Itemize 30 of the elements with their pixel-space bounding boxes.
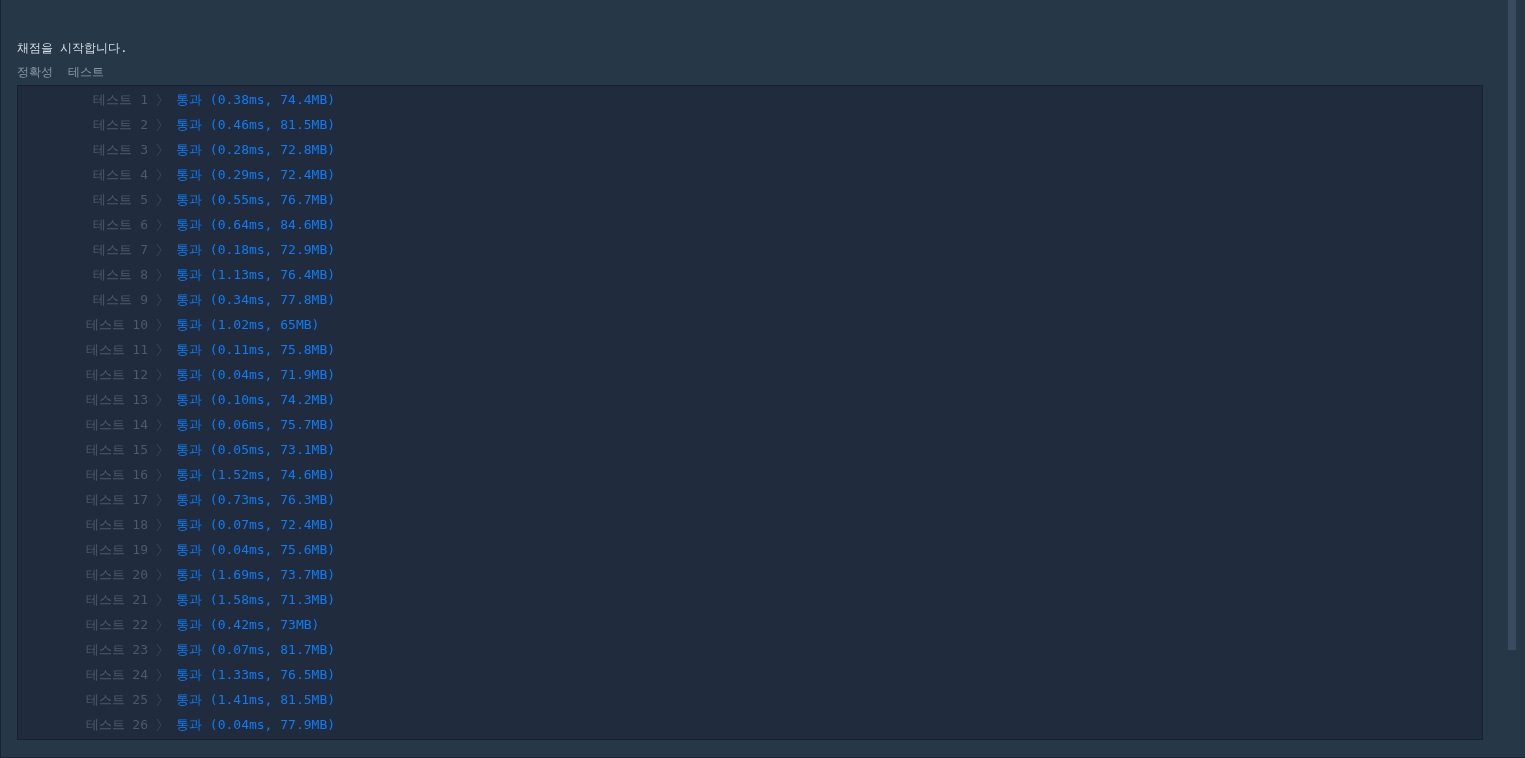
test-result: 통과 (1.52ms, 74.6MB) (176, 465, 336, 484)
test-result: 통과 (1.58ms, 71.3MB) (176, 590, 336, 609)
test-result: 통과 (0.73ms, 76.3MB) (176, 490, 336, 509)
test-result: 통과 (0.04ms, 77.9MB) (176, 715, 336, 734)
section-tab[interactable]: 정확성 (17, 63, 53, 81)
test-result: 통과 (0.64ms, 84.6MB) (176, 215, 336, 234)
test-result: 통과 (0.05ms, 73.1MB) (176, 440, 336, 459)
status-message: 채점을 시작합니다. (17, 40, 128, 57)
test-result: 통과 (1.33ms, 76.5MB) (176, 665, 336, 684)
test-result: 통과 (0.55ms, 76.7MB) (176, 190, 336, 209)
test-result: 통과 (0.06ms, 75.7MB) (176, 415, 336, 434)
test-result: 통과 (1.02ms, 65MB) (176, 315, 320, 334)
scrollbar-thumb[interactable] (1508, 0, 1516, 650)
test-result: 통과 (0.07ms, 81.7MB) (176, 640, 336, 659)
test-result: 통과 (0.07ms, 72.4MB) (176, 515, 336, 534)
test-result: 통과 (0.29ms, 72.4MB) (176, 165, 336, 184)
test-result: 통과 (0.04ms, 75.6MB) (176, 540, 336, 559)
test-result: 통과 (1.69ms, 73.7MB) (176, 565, 336, 584)
test-result: 통과 (1.41ms, 81.5MB) (176, 690, 336, 709)
section-tab[interactable]: 테스트 (68, 63, 104, 81)
test-result: 통과 (0.38ms, 74.4MB) (176, 90, 336, 109)
test-result: 통과 (0.11ms, 75.8MB) (176, 340, 336, 359)
test-result: 통과 (0.42ms, 73MB) (176, 615, 320, 634)
test-result: 통과 (0.18ms, 72.9MB) (176, 240, 336, 259)
test-result: 통과 (0.10ms, 74.2MB) (176, 390, 336, 409)
test-result: 통과 (0.28ms, 72.8MB) (176, 140, 336, 159)
test-result: 통과 (0.04ms, 71.9MB) (176, 365, 336, 384)
test-result: 통과 (1.13ms, 76.4MB) (176, 265, 336, 284)
test-result: 통과 (0.46ms, 81.5MB) (176, 115, 336, 134)
test-result: 통과 (0.34ms, 77.8MB) (176, 290, 336, 309)
